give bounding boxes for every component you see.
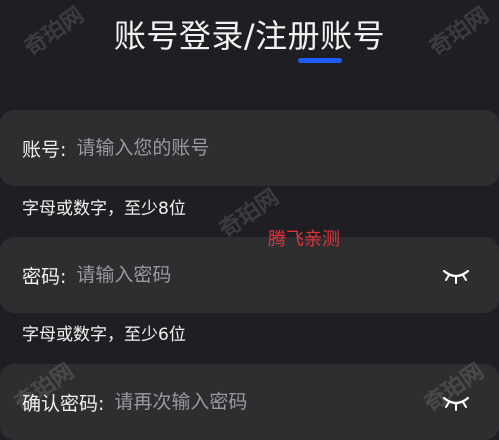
confirm-password-field[interactable]: 确认密码: [0,364,499,440]
password-hint: 字母或数字，至少6位 [22,325,186,345]
eye-closed-icon[interactable] [441,391,471,413]
account-field[interactable]: 账号: [0,110,499,186]
account-input[interactable] [66,128,499,168]
overlay-red-text: 腾飞亲测 [268,229,340,250]
account-hint: 字母或数字，至少8位 [22,199,186,219]
page-title: 账号登录/注册账号 [113,17,386,55]
confirm-password-input[interactable] [104,382,441,422]
password-input[interactable] [66,255,441,295]
account-label: 账号: [22,138,67,161]
eye-closed-icon[interactable] [441,264,471,286]
confirm-password-label: 确认密码: [22,392,105,415]
password-label: 密码: [22,265,67,288]
password-field[interactable]: 密码: [0,237,499,313]
title-underline [298,58,342,63]
